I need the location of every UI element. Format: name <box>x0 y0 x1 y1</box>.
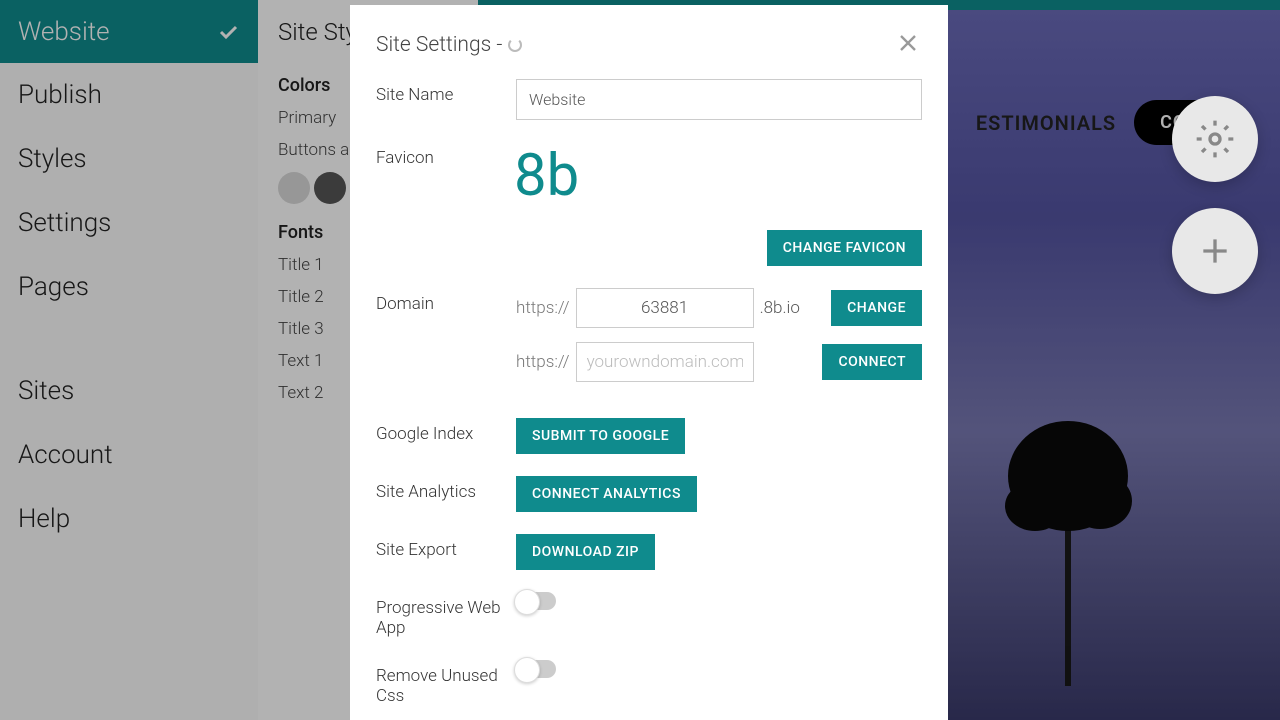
export-label: Site Export <box>376 534 516 560</box>
favicon-label: Favicon <box>376 142 516 168</box>
subdomain-input[interactable] <box>576 288 754 328</box>
connect-domain-button[interactable]: CONNECT <box>822 344 922 380</box>
modal-title: Site Settings - <box>376 33 522 57</box>
close-button[interactable] <box>894 29 922 61</box>
submit-google-button[interactable]: SUBMIT TO GOOGLE <box>516 418 685 454</box>
protocol-label-1: https:// <box>516 298 570 318</box>
css-label: Remove Unused Css <box>376 660 516 706</box>
plus-icon <box>1195 231 1235 271</box>
change-domain-button[interactable]: CHANGE <box>831 290 922 326</box>
add-fab[interactable] <box>1172 208 1258 294</box>
site-name-input[interactable] <box>516 79 922 120</box>
protocol-label-2: https:// <box>516 352 570 372</box>
custom-domain-input[interactable] <box>576 342 754 382</box>
favicon-preview: 8b <box>514 142 579 210</box>
pwa-label: Progressive Web App <box>376 592 516 638</box>
connect-analytics-button[interactable]: CONNECT ANALYTICS <box>516 476 697 512</box>
site-name-label: Site Name <box>376 79 516 105</box>
css-toggle[interactable] <box>516 660 556 678</box>
site-settings-modal: Site Settings - Site Name Favicon 8b CHA… <box>350 5 948 720</box>
change-favicon-button[interactable]: CHANGE FAVICON <box>767 230 922 266</box>
domain-suffix: .8b.io <box>760 298 800 318</box>
settings-fab[interactable] <box>1172 96 1258 182</box>
google-index-label: Google Index <box>376 418 516 444</box>
download-zip-button[interactable]: DOWNLOAD ZIP <box>516 534 655 570</box>
analytics-label: Site Analytics <box>376 476 516 502</box>
modal-title-text: Site Settings - <box>376 33 502 57</box>
pwa-toggle[interactable] <box>516 592 556 610</box>
spinner-icon <box>508 38 522 52</box>
domain-label: Domain <box>376 288 516 314</box>
gear-icon <box>1195 119 1235 159</box>
close-icon <box>894 29 922 57</box>
